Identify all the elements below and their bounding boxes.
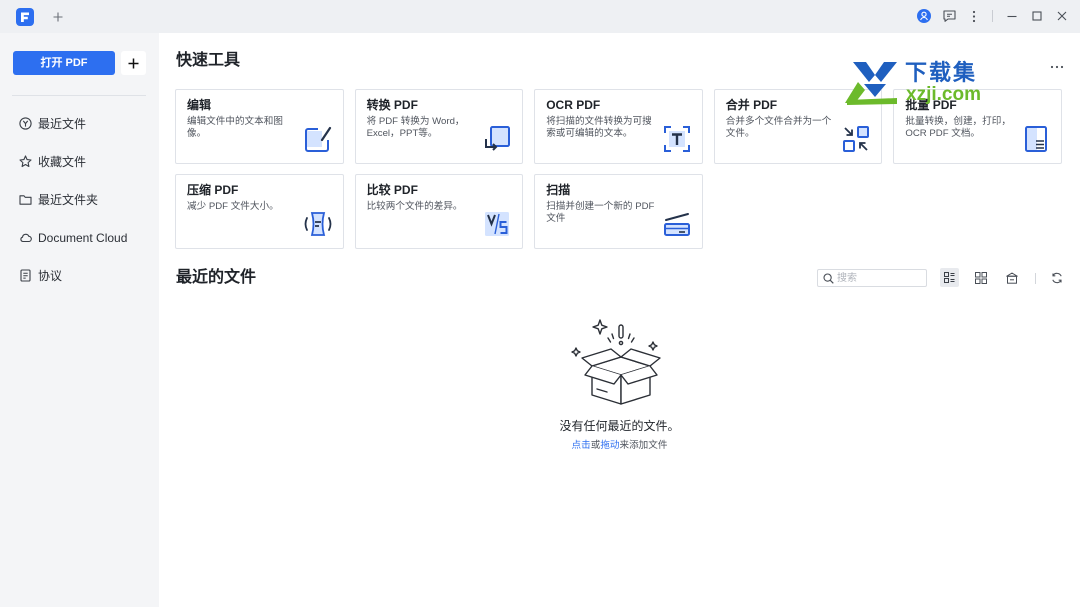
merge-icon xyxy=(843,126,870,152)
tool-card-title: 转换 PDF xyxy=(366,98,418,112)
recent-icon xyxy=(19,117,32,130)
tool-card-title: OCR PDF xyxy=(546,98,601,112)
sidebar-item-label: 最近文件 xyxy=(38,117,87,131)
more-horizontal-icon[interactable] xyxy=(1050,64,1064,70)
toolbar-separator xyxy=(1035,273,1036,284)
empty-box-illustration xyxy=(571,319,661,405)
sidebar-item-label: 最近文件夹 xyxy=(38,193,99,207)
search-box[interactable] xyxy=(817,269,927,287)
account-icon[interactable] xyxy=(917,9,931,23)
watermark-logo-icon xyxy=(845,62,897,105)
sidebar-item-label: 收藏文件 xyxy=(38,155,87,169)
tool-card-title: 合并 PDF xyxy=(725,98,778,112)
compress-icon xyxy=(304,212,331,236)
tool-card-description: 扫描并创建一个新的 PDF 文件 xyxy=(546,201,655,224)
tool-card-description: 比较两个文件的差异。 xyxy=(366,201,463,212)
sidebar: 打开 PDF 最近文件 收藏文件 最近文件夹 Document Cloud 协议 xyxy=(0,33,159,607)
sidebar-nav: 最近文件 收藏文件 最近文件夹 Document Cloud 协议 xyxy=(0,105,159,295)
watermark-domain: xzji.com xyxy=(906,84,981,105)
sidebar-item-recent-folders[interactable]: 最近文件夹 xyxy=(0,181,159,219)
batch-icon xyxy=(1025,126,1047,152)
list-view-icon xyxy=(944,272,955,283)
tool-card-compare[interactable]: 比较 PDF 比较两个文件的差异。 xyxy=(354,174,524,249)
titlebar-separator xyxy=(992,10,993,22)
tool-card-title: 比较 PDF xyxy=(366,183,418,197)
sidebar-divider xyxy=(12,95,146,96)
new-tab-plus-icon[interactable] xyxy=(53,12,63,22)
pdfelement-logo-icon[interactable] xyxy=(16,8,34,26)
empty-state-hint: 点击或拖动来添加文件 xyxy=(159,440,1080,452)
tool-card-title: 扫描 xyxy=(546,183,571,197)
tool-card-title: 编辑 xyxy=(187,98,212,112)
ocr-icon xyxy=(663,126,690,152)
click-to-add-link[interactable]: 点击 xyxy=(572,440,591,451)
hint-rest-text: 来添加文件 xyxy=(619,440,668,451)
tool-card-convert[interactable]: 转换 PDF 将 PDF 转换为 Word，Excel，PPT等。 xyxy=(354,89,524,164)
plus-icon xyxy=(128,58,139,68)
agreement-icon xyxy=(20,269,31,282)
open-pdf-button[interactable]: 打开 PDF xyxy=(13,51,115,75)
edit-icon xyxy=(304,126,331,152)
search-icon xyxy=(823,273,834,284)
sidebar-item-recent-files[interactable]: 最近文件 xyxy=(0,105,159,143)
grid-view-icon[interactable] xyxy=(975,272,987,284)
sidebar-item-document-cloud[interactable]: Document Cloud xyxy=(0,219,159,257)
storage-icon[interactable] xyxy=(1006,272,1018,284)
quick-tools-title: 快速工具 xyxy=(176,52,241,69)
watermark: 下载集 xzji.com xyxy=(845,60,985,108)
quick-tools-grid: 编辑 编辑文件中的文本和图像。 转换 PDF 将 PDF 转换为 Word，Ex… xyxy=(175,89,1062,249)
minimize-icon[interactable] xyxy=(1007,11,1017,21)
tool-card-scan[interactable]: 扫描 扫描并创建一个新的 PDF 文件 xyxy=(534,174,703,249)
folder-icon xyxy=(19,195,32,205)
maximize-icon[interactable] xyxy=(1032,11,1042,21)
more-vertical-icon[interactable] xyxy=(972,10,976,23)
feedback-icon[interactable] xyxy=(943,10,956,22)
empty-state-title: 没有任何最近的文件。 xyxy=(559,419,680,433)
sidebar-item-favorites[interactable]: 收藏文件 xyxy=(0,143,159,181)
tool-card-ocr[interactable]: OCR PDF 将扫描的文件转换为可搜索或可编辑的文本。 xyxy=(534,89,703,164)
tool-card-edit[interactable]: 编辑 编辑文件中的文本和图像。 xyxy=(175,89,344,164)
cloud-icon xyxy=(20,233,32,243)
sidebar-item-label: 协议 xyxy=(38,269,63,283)
add-button[interactable] xyxy=(121,51,146,75)
hint-or-text: 或 xyxy=(590,440,601,451)
sidebar-item-agreement[interactable]: 协议 xyxy=(0,257,159,295)
main-content: 快速工具 编辑 编辑文件中的文本和图像。 转换 PDF 将 PDF 转换为 Wo… xyxy=(159,33,1080,607)
search-input[interactable] xyxy=(837,270,923,286)
close-icon[interactable] xyxy=(1057,11,1067,21)
tool-card-compress[interactable]: 压缩 PDF 减少 PDF 文件大小。 xyxy=(175,174,344,249)
recent-files-title: 最近的文件 xyxy=(176,269,257,286)
drag-to-add-link[interactable]: 拖动 xyxy=(600,440,619,451)
star-icon xyxy=(19,155,32,168)
compare-icon xyxy=(485,212,510,236)
watermark-brand: 下载集 xyxy=(905,60,978,85)
list-view-button[interactable] xyxy=(940,268,959,287)
scan-icon xyxy=(663,213,690,236)
refresh-icon[interactable] xyxy=(1051,272,1063,284)
tool-card-description: 合并多个文件合并为一个文件。 xyxy=(725,116,832,139)
title-bar xyxy=(0,0,1080,33)
tool-card-description: 将 PDF 转换为 Word，Excel，PPT等。 xyxy=(366,116,465,139)
tool-card-description: 编辑文件中的文本和图像。 xyxy=(187,116,283,139)
convert-icon xyxy=(485,126,511,151)
tool-card-title: 压缩 PDF xyxy=(187,183,239,197)
tool-card-description: 批量转换，创建，打印，OCR PDF 文档。 xyxy=(905,116,1011,139)
tool-card-description: 减少 PDF 文件大小。 xyxy=(187,201,279,212)
sidebar-item-label: Document Cloud xyxy=(38,231,128,245)
tool-card-description: 将扫描的文件转换为可搜索或可编辑的文本。 xyxy=(546,116,652,139)
